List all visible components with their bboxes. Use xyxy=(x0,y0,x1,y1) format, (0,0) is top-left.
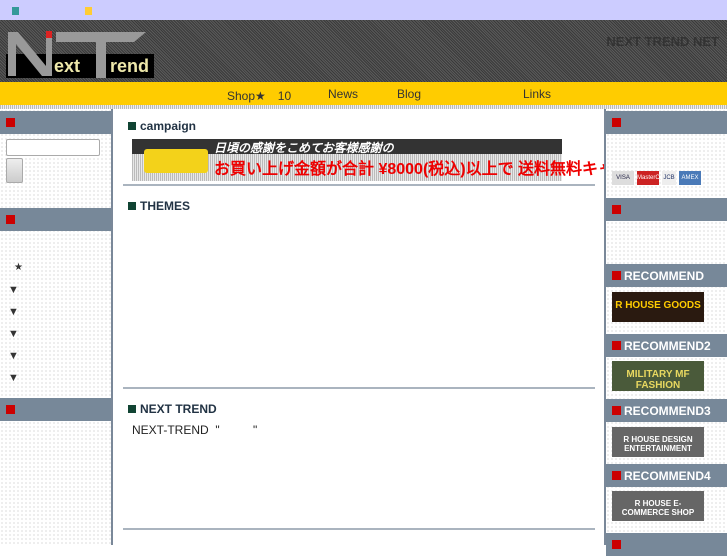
sidebar-header-3 xyxy=(0,398,111,421)
menu-item[interactable]: ▼ xyxy=(8,306,19,318)
header: ext rend NEXT TREND NET xyxy=(0,20,727,82)
teal-square-icon xyxy=(12,7,19,15)
yellow-square-icon xyxy=(85,7,92,15)
truck-icon xyxy=(144,149,208,173)
payment-cards: VISA MasterCard JCB AMEX xyxy=(612,171,701,185)
top-bar xyxy=(0,0,727,20)
mastercard-icon: MasterCard xyxy=(637,171,668,185)
divider xyxy=(123,387,595,389)
header-tagline: NEXT TREND NET xyxy=(606,34,719,49)
amex-icon: AMEX xyxy=(679,171,701,185)
sidebar-header-payment xyxy=(606,111,727,134)
recommend4-banner[interactable]: R HOUSE E-COMMERCE SHOP xyxy=(612,491,704,521)
campaign-heading: campaign xyxy=(128,119,196,133)
divider xyxy=(123,528,595,530)
menu-item[interactable]: ▼ xyxy=(8,350,19,362)
recommend2-banner[interactable]: MILITARY MF FASHION xyxy=(612,361,704,391)
recommend3-banner[interactable]: R HOUSE DESIGN ENTERTAINMENT xyxy=(612,427,704,457)
nav-news[interactable]: News xyxy=(328,87,358,101)
recommend3-header: RECOMMEND3 xyxy=(606,399,727,422)
recommend-header: RECOMMEND xyxy=(606,264,727,287)
svg-text:ext: ext xyxy=(54,56,80,76)
search-input[interactable] xyxy=(6,139,100,156)
themes-heading: THEMES xyxy=(128,199,190,213)
menu-item[interactable]: ▼ xyxy=(8,372,19,384)
recommend2-header: RECOMMEND2 xyxy=(606,334,727,357)
svg-text:rend: rend xyxy=(110,56,149,76)
recommend4-header: RECOMMEND4 xyxy=(606,464,727,487)
right-sidebar: VISA MasterCard JCB AMEX RECOMMEND R HOU… xyxy=(604,109,727,556)
visa-icon: VISA xyxy=(612,171,634,185)
nav-blog[interactable]: Blog xyxy=(397,87,421,101)
next-trend-heading: NEXT TREND xyxy=(128,402,217,416)
main-content: campaign 日頃の感謝をこめてお客様感謝の お買い上げ金額が合計 ¥800… xyxy=(115,109,683,545)
nav-shop[interactable]: Shop★ 10 xyxy=(227,87,291,104)
sidebar-header-menu xyxy=(0,208,111,231)
sidebar-header-search xyxy=(0,111,111,134)
star-icon: ★ xyxy=(14,262,23,273)
nav-bar: Shop★ 10 News Blog Links xyxy=(0,82,727,105)
recommend-banner[interactable]: R HOUSE GOODS xyxy=(612,292,704,322)
left-sidebar: ★ ▼ ▼ ▼ ▼ ▼ xyxy=(0,109,113,545)
campaign-banner[interactable]: 日頃の感謝をこめてお客様感謝の お買い上げ金額が合計 ¥8000(税込)以上で … xyxy=(132,139,683,181)
site-logo[interactable]: ext rend xyxy=(6,30,154,78)
next-trend-text: NEXT-TREND " " xyxy=(132,423,258,437)
menu-item[interactable]: ▼ xyxy=(8,284,19,296)
nav-links[interactable]: Links xyxy=(523,87,551,101)
divider xyxy=(123,184,595,186)
menu-item[interactable]: ▼ xyxy=(8,328,19,340)
jcb-icon: JCB xyxy=(662,171,676,185)
search-button[interactable] xyxy=(6,158,23,183)
sidebar-header-2 xyxy=(606,198,727,221)
